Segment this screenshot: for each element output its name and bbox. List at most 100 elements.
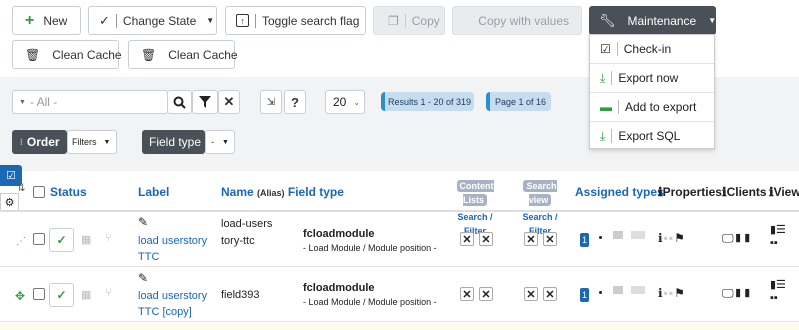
new-button-label: New <box>43 13 68 28</box>
select-all-checkbox[interactable] <box>33 186 45 198</box>
archive-icon: ▬ <box>600 100 612 114</box>
field-type-value: - <box>211 137 214 147</box>
drag-handle-icon[interactable]: ⋰ <box>16 236 26 247</box>
search-view-search-toggle[interactable]: ✕ <box>524 287 538 301</box>
new-button[interactable]: + New <box>12 6 81 35</box>
header-field-type[interactable]: Field type <box>288 185 344 199</box>
header-alias-text: (Alias) <box>257 188 285 198</box>
view-icons: ▮☰ ▪▪ <box>770 224 786 249</box>
filter-button[interactable] <box>192 90 218 114</box>
row-label-link[interactable]: load userstory TTC [copy] <box>138 288 213 320</box>
help-button[interactable]: ? <box>284 90 306 114</box>
copy-with-values-label: Copy with values <box>478 13 569 28</box>
edit-icon[interactable]: ✎ <box>138 271 148 285</box>
menu-item-add-to-export[interactable]: ▬ Add to export <box>590 93 714 122</box>
drag-handle-icon[interactable]: ✥ <box>15 289 25 303</box>
page-size-select[interactable]: 20 ⌄ <box>325 90 365 114</box>
results-badge: Results 1 - 20 of 319 <box>381 92 474 111</box>
filters-select[interactable]: Filters ▼ <box>67 130 117 154</box>
header-view: ℹView <box>769 185 799 199</box>
content-list-search-toggle[interactable]: ✕ <box>460 232 474 246</box>
clear-button[interactable]: ✕ <box>218 90 240 114</box>
clean-cache-button-1[interactable]: 🗑︎ Clean Cache <box>12 40 122 69</box>
assigned-types-blurred <box>599 283 649 294</box>
results-text: Results 1 - 20 of 319 <box>387 96 472 107</box>
menu-item-label: Check-in <box>623 42 672 56</box>
page-badge: Page 1 of 16 <box>486 92 551 111</box>
grid-icon: ▦ <box>81 234 92 246</box>
menu-item-label: Export now <box>618 71 679 85</box>
clean-cache-button-2[interactable]: 🗑︎ Clean Cache <box>128 40 238 69</box>
caret-down-icon: ▼ <box>708 16 717 25</box>
menu-item-export-now[interactable]: ⤓ Export now <box>590 64 714 93</box>
assigned-count-badge: 1 <box>580 288 589 302</box>
maintenance-menu: ☑ Check-in ⤓ Export now ▬ Add to export … <box>589 34 715 149</box>
trash-icon: 🗑︎ <box>141 47 157 62</box>
search-view-filter-toggle[interactable]: ✕ <box>543 287 557 301</box>
menu-item-label: Export SQL <box>618 129 681 143</box>
search-view-search-toggle[interactable]: ✕ <box>524 232 538 246</box>
view-icons: ▮☰ ▪▪ <box>770 279 786 304</box>
row-name: load-userstory-ttc <box>221 218 273 247</box>
content-lists-chip: Content Lists <box>456 180 494 206</box>
compress-button[interactable]: ⇲ <box>260 90 282 114</box>
field-type-label: Field type <box>149 135 202 149</box>
toggle-search-label: Toggle search flag <box>262 13 360 28</box>
content-list-filter-toggle[interactable]: ✕ <box>479 287 493 301</box>
clients-icons: 🖵︎▮▮ <box>722 286 752 300</box>
published-toggle[interactable]: ✓ <box>49 283 74 307</box>
branch-icon: ⑂ <box>105 287 112 299</box>
header-clients: ℹClients <box>722 185 767 199</box>
content-list-search-toggle[interactable]: ✕ <box>460 287 474 301</box>
header-name[interactable]: Name (Alias) Field type <box>221 185 344 199</box>
row-checkbox[interactable] <box>33 233 45 245</box>
menu-item-check-in[interactable]: ☑ Check-in <box>590 35 714 64</box>
chevron-down-icon: ⌄ <box>353 97 361 107</box>
plus-icon: + <box>25 11 35 29</box>
header-label[interactable]: Label <box>138 185 169 199</box>
row-field-type-name: fcloadmodule <box>303 282 375 294</box>
copy-icon: ❐ <box>388 13 399 28</box>
field-type-select[interactable]: - ▼ <box>205 130 235 154</box>
page-text: Page 1 of 16 <box>494 96 547 107</box>
caret-down-icon: ▼ <box>222 138 229 146</box>
header-assigned-types[interactable]: Assigned types <box>575 185 664 199</box>
filters-label: Filters <box>72 137 97 147</box>
copy-with-values-button[interactable]: Copy with values <box>452 6 582 35</box>
clients-icons: 🖵︎▮▮ <box>722 231 752 245</box>
published-toggle[interactable]: ✓ <box>49 228 74 252</box>
header-name-text: Name <box>221 185 254 199</box>
change-state-button[interactable]: ✓ Change State ▼ <box>88 6 217 35</box>
search-view-filter-toggle[interactable]: ✕ <box>543 232 557 246</box>
row-field-type: fcloadmodule - Load Module / Module posi… <box>303 282 437 307</box>
order-button[interactable]: ⁝ Order <box>12 130 67 154</box>
search-button[interactable] <box>167 90 192 114</box>
toggle-search-flag-button[interactable]: ↑ Toggle search flag <box>225 6 366 35</box>
row-label-link[interactable]: load userstory TTC <box>138 233 213 265</box>
search-placeholder: - All - <box>29 95 58 109</box>
search-input[interactable]: ▼ - All - <box>12 90 168 114</box>
row-field-type-desc: - Load Module / Module position - <box>303 297 437 307</box>
row-field-type-name: fcloadmodule <box>303 228 375 240</box>
copy-button[interactable]: ❐ Copy <box>373 6 445 35</box>
trash-icon: 🗑︎ <box>25 47 41 62</box>
content-list-filter-toggle[interactable]: ✕ <box>479 232 493 246</box>
wrench-icon: 🔧︎ <box>599 12 616 28</box>
header-status[interactable]: Status <box>50 185 87 199</box>
sort-icon: ⇅ <box>17 183 26 194</box>
branch-icon: ⑂ <box>105 232 112 244</box>
caret-down-icon: ▼ <box>206 16 215 25</box>
assigned-count-badge: 1 <box>580 233 589 247</box>
maintenance-button[interactable]: 🔧︎ Maintenance ▼ <box>589 6 716 35</box>
caret-down-icon: ▼ <box>103 138 111 146</box>
row-checkbox[interactable] <box>33 288 45 300</box>
compress-icon: ⇲ <box>266 96 276 108</box>
filter-icon <box>199 96 211 108</box>
close-icon: ✕ <box>223 94 235 109</box>
search-icon <box>173 96 186 109</box>
caret-down-icon: ▼ <box>19 98 26 106</box>
check-icon: ✓ <box>56 288 67 302</box>
edit-icon[interactable]: ✎ <box>138 215 148 229</box>
menu-item-export-sql[interactable]: ⤓ Export SQL <box>590 122 714 150</box>
properties-text: Properties <box>662 185 722 199</box>
